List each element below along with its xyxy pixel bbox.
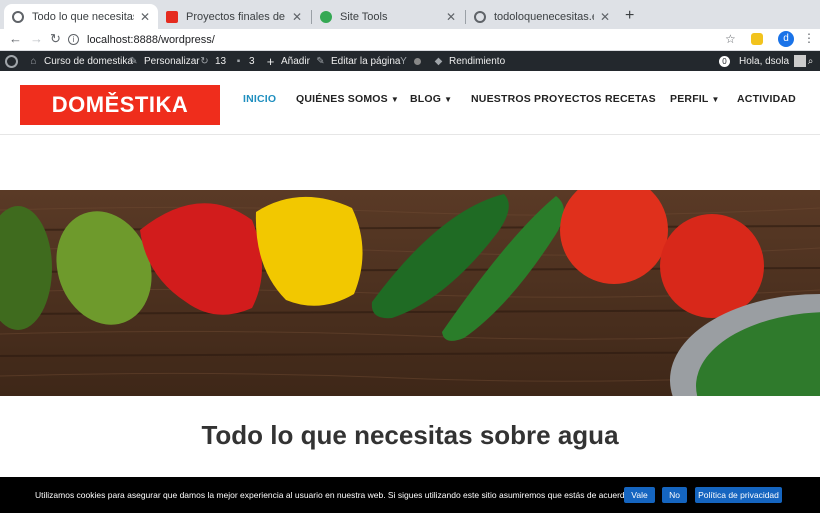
url-text: localhost:8888/wordpress/ — [87, 33, 215, 46]
dashboard-icon: ⌂ — [30, 55, 37, 67]
chevron-down-icon: ▼ — [444, 95, 453, 104]
close-tab-icon[interactable]: ✕ — [140, 10, 150, 24]
close-tab-icon[interactable]: ✕ — [292, 10, 302, 24]
nav-item-nuestros-proyectos[interactable]: NUESTROS PROYECTOS — [471, 93, 602, 105]
site-header: DOMĚSTIKA INICIO QUIÉNES SOMOS ▼ BLOG ▼ NU… — [0, 71, 820, 135]
pencil-icon: ✎ — [316, 55, 325, 67]
nav-item-actividad[interactable]: ACTIVIDAD — [737, 93, 796, 105]
my-account-link[interactable]: Hola, dsola — [739, 51, 807, 71]
performance-label: Rendimiento — [449, 55, 506, 67]
browser-tab-active[interactable]: Todo lo que necesitas sobre agua ✕ — [4, 4, 158, 29]
add-new-label: Añadir — [281, 55, 310, 67]
comments-count: 3 — [249, 55, 255, 67]
globe-icon — [12, 10, 24, 23]
profile-avatar[interactable]: d — [778, 31, 794, 47]
edit-page-link[interactable]: ✎ Editar la página — [315, 51, 401, 71]
tab-title: todoloquenecesitas.es/installer.p — [494, 10, 594, 23]
nav-item-inicio[interactable]: INICIO — [243, 93, 276, 105]
site-logo[interactable]: DOMĚSTIKA — [20, 85, 220, 125]
address-bar[interactable]: i localhost:8888/wordpress/ — [68, 30, 748, 49]
brush-icon: ✎ — [129, 55, 138, 67]
cookie-reject-button[interactable]: No — [662, 487, 687, 503]
cookie-message: Utilizamos cookies para asegurar que dam… — [35, 490, 632, 500]
yoast-seo-menu[interactable]: Y — [398, 51, 421, 71]
tab-title: Todo lo que necesitas sobre agua — [32, 10, 134, 23]
browser-menu-icon[interactable]: ⋮ — [803, 31, 815, 45]
domestika-favicon-icon — [166, 10, 178, 23]
site-name-link[interactable]: ⌂ Curso de domestika — [28, 51, 133, 71]
comment-bubble-icon: ▪ — [236, 55, 241, 67]
cookie-banner: Utilizamos cookies para asegurar que dam… — [0, 477, 820, 513]
chevron-down-icon: ▼ — [390, 95, 399, 104]
forward-arrow-icon[interactable]: → — [30, 31, 43, 46]
yoast-icon: Y — [400, 55, 407, 67]
sitetools-favicon-icon — [320, 10, 332, 23]
nav-label: INICIO — [243, 93, 277, 105]
notifications-link[interactable]: 0 — [719, 51, 730, 71]
wp-admin-bar: ⌂ Curso de domestika ✎ Personalizar ↻ 13… — [0, 51, 820, 71]
site-name-label: Curso de domestika — [44, 55, 133, 67]
nav-label: PERFIL — [670, 93, 709, 105]
tab-title: Proyectos finales de "Creación d — [186, 10, 286, 23]
search-icon: ⌕ — [807, 55, 814, 67]
nav-label: RECETAS — [605, 93, 656, 105]
add-new-link[interactable]: + Añadir — [265, 51, 310, 71]
globe-icon — [474, 10, 486, 23]
wp-logo-button[interactable] — [5, 51, 23, 71]
nav-item-perfil[interactable]: PERFIL ▼ — [670, 93, 720, 105]
admin-search-button[interactable]: ⌕ — [805, 51, 820, 71]
back-arrow-icon[interactable]: ← — [9, 31, 22, 46]
nav-item-quienes-somos[interactable]: QUIÉNES SOMOS ▼ — [296, 93, 399, 105]
new-tab-button[interactable]: + — [625, 7, 634, 25]
chevron-down-icon: ▼ — [711, 95, 720, 104]
browser-tab[interactable]: Proyectos finales de "Creación d ✕ — [158, 4, 310, 29]
notification-count-badge: 0 — [719, 55, 730, 67]
updates-icon: ↻ — [200, 55, 209, 67]
bookmark-star-icon[interactable]: ☆ — [725, 32, 736, 46]
browser-tab[interactable]: Site Tools ✕ — [312, 4, 464, 29]
wordpress-icon — [5, 54, 18, 68]
browser-tab[interactable]: todoloquenecesitas.es/installer.p ✕ — [466, 4, 618, 29]
performance-link[interactable]: ◆ Rendimiento — [433, 51, 506, 71]
close-tab-icon[interactable]: ✕ — [600, 10, 610, 24]
nav-label: QUIÉNES SOMOS — [296, 93, 388, 105]
cookie-accept-button[interactable]: Vale — [624, 487, 655, 503]
nav-label: NUESTROS PROYECTOS — [471, 93, 602, 105]
nav-item-recetas[interactable]: RECETAS — [605, 93, 656, 105]
customize-link[interactable]: ✎ Personalizar — [128, 51, 200, 71]
nav-label: BLOG — [410, 93, 442, 105]
customize-label: Personalizar — [144, 55, 200, 67]
browser-tab-strip: Todo lo que necesitas sobre agua ✕ Proye… — [0, 0, 820, 29]
site-info-icon[interactable]: i — [68, 34, 79, 45]
plus-icon: + — [266, 53, 275, 69]
updates-count: 13 — [215, 55, 227, 67]
nav-item-blog[interactable]: BLOG ▼ — [410, 93, 452, 105]
greeting-label: Hola, dsola — [739, 55, 790, 67]
tab-title: Site Tools — [340, 10, 388, 23]
comments-link[interactable]: ▪ 3 — [233, 51, 255, 71]
page-title: Todo lo que necesitas sobre agua — [201, 420, 619, 450]
seo-status-dot — [414, 57, 421, 65]
close-tab-icon[interactable]: ✕ — [446, 10, 456, 24]
hero-vegetables-image — [0, 190, 820, 396]
browser-toolbar: ← → ↻ i localhost:8888/wordpress/ ☆ d ⋮ — [0, 29, 820, 51]
updates-link[interactable]: ↻ 13 — [199, 51, 226, 71]
edit-page-label: Editar la página — [331, 55, 401, 67]
performance-icon: ◆ — [434, 55, 443, 67]
nav-label: ACTIVIDAD — [737, 93, 796, 105]
privacy-policy-button[interactable]: Política de privacidad — [695, 487, 782, 503]
reload-icon[interactable]: ↻ — [50, 31, 61, 47]
extension-icon[interactable] — [751, 33, 763, 45]
